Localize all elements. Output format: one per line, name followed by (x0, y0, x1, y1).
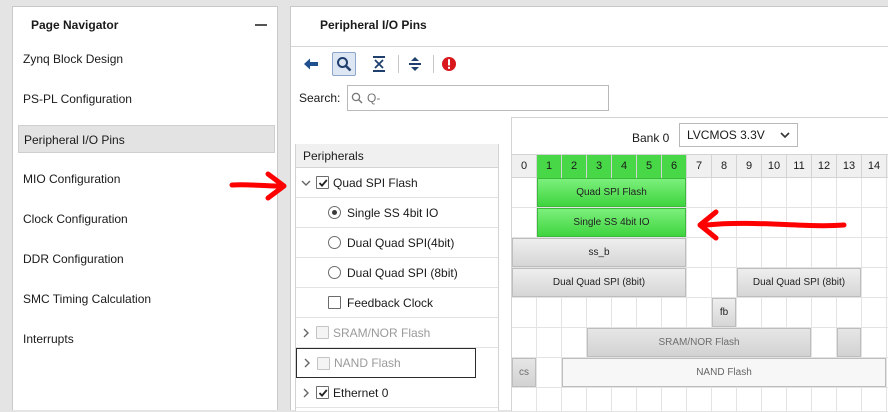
pin-block-ss-b[interactable]: ss_b (512, 238, 686, 267)
annotation-arrow-icon (697, 209, 847, 241)
tree-row-dual-quad-spi-4bit[interactable]: Dual Quad SPI(4bit) (296, 228, 498, 258)
expand-all-icon (409, 57, 421, 71)
pin-block-single-ss-4bit-io[interactable]: Single SS 4bit IO (537, 208, 686, 237)
tree-row-label: Dual Quad SPI(4bit) (347, 235, 455, 250)
pin-number-10: 10 (762, 155, 787, 178)
pin-number-2: 2 (562, 155, 587, 178)
navigator-title: Page Navigator (31, 18, 119, 32)
pin-block-quad-spi-flash[interactable]: Quad SPI Flash (537, 178, 686, 207)
search-toggle-button[interactable] (332, 52, 356, 76)
page-title: Peripheral I/O Pins (320, 18, 427, 32)
chevron-right-icon[interactable] (301, 388, 311, 398)
nav-item-smc-timing-calculation[interactable]: SMC Timing Calculation (18, 285, 275, 313)
tree-row-label: Ethernet 0 (333, 385, 389, 400)
tree-row-label: Feedback Clock (347, 295, 434, 310)
pin-number-6: 6 (662, 155, 687, 178)
bank-voltage-select[interactable]: LVCMOS 3.3V (679, 123, 798, 147)
peripherals-header: Peripherals (296, 144, 498, 168)
radio-dot (332, 210, 337, 215)
back-icon (304, 58, 318, 70)
pin-number-7: 7 (687, 155, 712, 178)
search-box[interactable] (347, 85, 609, 111)
chevron-down-icon (780, 132, 790, 139)
pin-grid-area: Bank 0 LVCMOS 3.3V 0 1 2 3 4 5 6 7 8 9 10 11 12 13 14 … (511, 117, 888, 412)
expand-all-button[interactable] (403, 52, 427, 76)
checkbox (317, 356, 330, 370)
pin-number-11: 11 (787, 155, 812, 178)
search-icon (351, 92, 363, 104)
search-icon (337, 57, 352, 72)
nav-item-zynq-block-design[interactable]: Zynq Block Design (18, 45, 275, 73)
checkmark-icon (318, 179, 328, 187)
grid-line (512, 387, 888, 388)
tree-row-sram-nor-flash[interactable]: SRAM/NOR Flash (296, 318, 498, 348)
chevron-right-icon[interactable] (301, 328, 311, 338)
nav-item-ddr-configuration[interactable]: DDR Configuration (18, 245, 275, 273)
checkmark-icon (318, 389, 328, 397)
pin-number-14: 14 (862, 155, 887, 178)
annotation-arrow-icon (229, 171, 287, 201)
pin-block-dual-quad-spi-8bit[interactable]: Dual Quad SPI (8bit) (512, 268, 686, 297)
tree-row-label: Quad SPI Flash (333, 175, 418, 190)
tree-row-ethernet-0[interactable]: Ethernet 0 (296, 378, 498, 408)
pin-number-header: 0 1 2 3 4 5 6 7 8 9 10 11 12 13 14 (512, 154, 888, 178)
chevron-down-icon[interactable] (301, 178, 311, 188)
back-button[interactable] (299, 52, 323, 76)
pin-block-dual-quad-spi-8bit[interactable]: Dual Quad SPI (8bit) (737, 268, 861, 297)
tree-row-label: NAND Flash (334, 356, 401, 370)
pin-number-3: 3 (587, 155, 612, 178)
page-navigator-panel: Page Navigator Zynq Block Design PS-PL Co… (12, 6, 278, 410)
toolbar (291, 46, 888, 78)
minimize-icon[interactable] (255, 24, 267, 26)
pin-number-12: 12 (812, 155, 837, 178)
pin-number-1: 1 (537, 155, 562, 178)
checkbox[interactable] (328, 296, 341, 309)
error-button[interactable] (437, 52, 461, 76)
pin-number-5: 5 (637, 155, 662, 178)
radio-button[interactable] (328, 206, 341, 219)
checkbox (316, 326, 329, 339)
grid-line (512, 297, 888, 298)
tree-row-feedback-clock[interactable]: Feedback Clock (296, 288, 498, 318)
tree-row-single-ss-4bit-io[interactable]: Single SS 4bit IO (296, 198, 498, 228)
pin-number-13: 13 (837, 155, 862, 178)
tree-row-quad-spi-flash[interactable]: Quad SPI Flash (296, 168, 498, 198)
search-label: Search: (299, 91, 341, 105)
nav-item-ps-pl-configuration[interactable]: PS-PL Configuration (18, 85, 275, 113)
search-input[interactable] (367, 90, 603, 106)
toolbar-separator (433, 55, 434, 73)
pin-number-9: 9 (737, 155, 762, 178)
tree-row-label: SRAM/NOR Flash (333, 325, 431, 340)
bank-voltage-value: LVCMOS 3.3V (687, 128, 765, 142)
grid-line (886, 178, 887, 412)
nav-item-interrupts[interactable]: Interrupts (18, 325, 275, 353)
error-icon (442, 57, 456, 71)
tree-row-label: Single SS 4bit IO (347, 205, 439, 220)
tree-row-dual-quad-spi-8bit[interactable]: Dual Quad SPI (8bit) (296, 258, 498, 288)
tree-row-label: Dual Quad SPI (8bit) (347, 265, 458, 280)
radio-button[interactable] (328, 236, 341, 249)
chevron-right-icon[interactable] (302, 358, 312, 368)
tree-row-nand-flash[interactable]: NAND Flash (296, 348, 476, 378)
pin-block-unnamed[interactable] (837, 328, 861, 357)
pin-block-cs[interactable]: cs (512, 358, 536, 387)
checkbox[interactable] (316, 386, 329, 399)
bank-label: Bank 0 (632, 131, 670, 145)
pin-block-sram-nor-flash[interactable]: SRAM/NOR Flash (587, 328, 811, 357)
radio-button[interactable] (328, 266, 341, 279)
peripherals-tree: Peripherals Quad SPI Flash Single SS 4bit… (295, 144, 499, 411)
nav-item-clock-configuration[interactable]: Clock Configuration (18, 205, 275, 233)
collapse-all-button[interactable] (367, 52, 391, 76)
checkbox[interactable] (316, 176, 329, 189)
toolbar-separator (398, 55, 399, 73)
pin-number-4: 4 (612, 155, 637, 178)
collapse-all-icon (373, 56, 385, 72)
pin-block-nand-flash[interactable]: NAND Flash (562, 358, 886, 387)
pin-number-0: 0 (512, 155, 537, 178)
nav-item-peripheral-i-o-pins[interactable]: Peripheral I/O Pins (18, 125, 275, 153)
pin-block-fb[interactable]: fb (712, 298, 736, 327)
pin-number-8: 8 (712, 155, 737, 178)
